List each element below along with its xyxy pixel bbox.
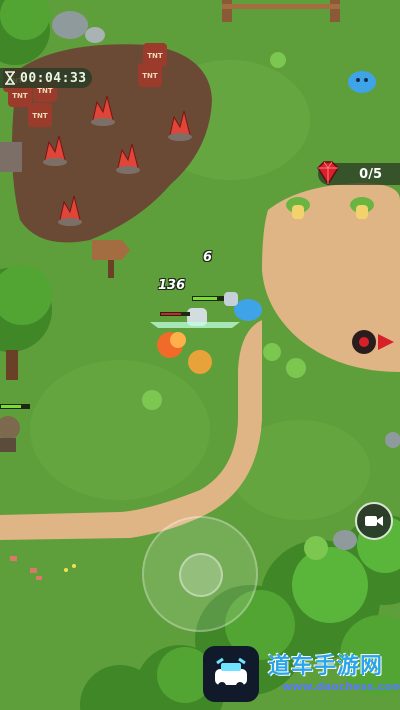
watermark-logo (203, 646, 259, 702)
damage-number: 6 (203, 250, 213, 265)
crystal-base (58, 218, 82, 226)
timer-text: 00:04:33 (20, 70, 87, 86)
joystick-knob[interactable] (179, 553, 223, 597)
tnt-barrel: TNT (28, 103, 52, 127)
camera-button[interactable] (355, 502, 393, 540)
quest-count: 0/5 (359, 166, 382, 182)
red-gem-icon (317, 161, 339, 186)
tnt-label: TNT (37, 87, 53, 95)
game-viewport[interactable]: TNTTNTTNTTNTTNTTNT (0, 0, 400, 710)
crystal-base (91, 118, 115, 126)
tnt-label: TNT (32, 112, 48, 120)
video-camera-icon (365, 516, 383, 526)
mine-cart (0, 142, 22, 172)
survival-timer: 00:04:33 (0, 68, 92, 88)
car-logo-icon (215, 657, 247, 690)
quest-progress: 0/5 (317, 161, 400, 186)
watermark-url: www.daochess.com (282, 680, 400, 693)
watermark-text: 道车手游网 (268, 654, 384, 679)
tnt-label: TNT (147, 52, 163, 60)
crystal-base (116, 166, 140, 174)
crystal-base (168, 133, 192, 141)
virtual-joystick[interactable] (142, 516, 258, 632)
tnt-barrel: TNT (138, 63, 162, 87)
blue-slime (348, 71, 376, 93)
tnt-label: TNT (12, 92, 28, 100)
crystal-base (43, 158, 67, 166)
damage-number: 136 (158, 278, 186, 293)
hourglass-icon (5, 71, 15, 85)
tnt-label: TNT (142, 72, 158, 80)
